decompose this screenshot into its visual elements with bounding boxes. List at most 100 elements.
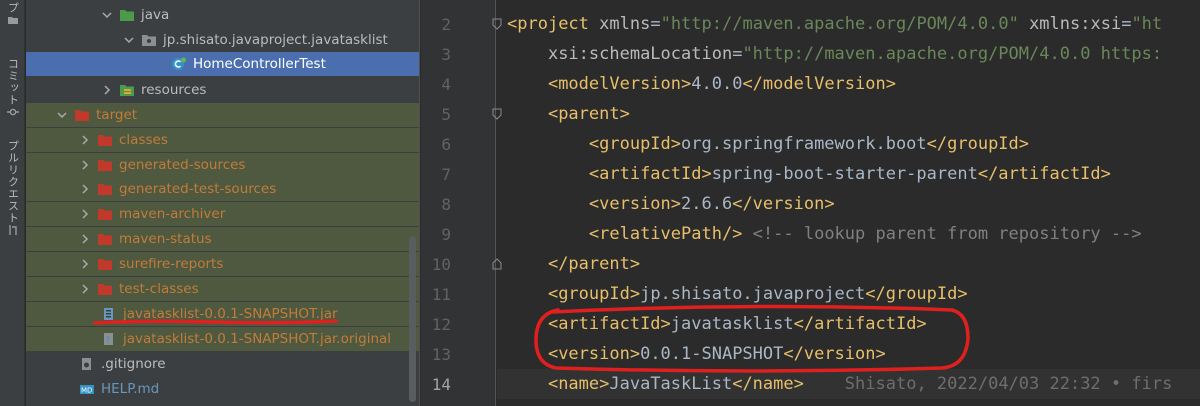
code-line[interactable]: <modelVersion> 4.0.0 </modelVersion> xyxy=(507,69,896,99)
tree-node-package[interactable]: jp.shisato.javaproject.javatasklist xyxy=(26,28,419,52)
chevron-right-icon[interactable] xyxy=(79,208,91,220)
tree-node-jar-original-file[interactable]: ? javatasklist-0.0.1-SNAPSHOT.jar.origin… xyxy=(26,327,419,351)
pull-request-tool-tab[interactable]: プルリクエスト xyxy=(0,140,25,239)
gutter-row[interactable]: 7 xyxy=(421,159,496,189)
excluded-folder-icon xyxy=(97,232,113,246)
code-line[interactable]: </parent> xyxy=(507,249,640,279)
tree-node-label: classes xyxy=(119,132,168,148)
gutter-row[interactable]: 12 xyxy=(421,309,496,339)
commit-tool-tab[interactable]: コミット xyxy=(0,58,25,121)
tree-node-classes[interactable]: classes xyxy=(26,128,419,152)
gutter-row[interactable]: 3 xyxy=(421,39,496,69)
code-token: = xyxy=(1121,14,1132,34)
excluded-folder-icon xyxy=(97,182,113,196)
code-token: JavaTaskList xyxy=(609,374,733,394)
java-class-icon xyxy=(171,57,187,71)
fold-marker-icon[interactable] xyxy=(492,18,502,30)
gutter-row[interactable]: 11 xyxy=(421,279,496,309)
code-token: <groupId> xyxy=(588,134,682,154)
chevron-right-icon[interactable] xyxy=(79,283,91,295)
chevron-down-icon[interactable] xyxy=(56,109,68,121)
gutter-row[interactable]: 5 xyxy=(421,99,502,129)
fold-marker-icon[interactable] xyxy=(492,258,502,270)
code-token: </modelVersion> xyxy=(742,74,896,94)
chevron-right-icon[interactable] xyxy=(101,84,113,96)
code-token: </name> xyxy=(732,374,804,394)
code-line[interactable]: <groupId> org.springframework.boot </group… xyxy=(507,129,1029,159)
tree-node-gitignore[interactable]: .gitignore xyxy=(26,352,419,376)
tree-node-generated-test-sources[interactable]: generated-test-sources xyxy=(26,177,419,201)
tree-node-homecontrollertest[interactable]: HomeControllerTest xyxy=(26,52,419,76)
chevron-right-icon[interactable] xyxy=(79,134,91,146)
chevron-right-icon[interactable] xyxy=(79,159,91,171)
code-line[interactable]: <version> 2.6.6 </version> xyxy=(507,189,835,219)
line-number: 11 xyxy=(431,284,451,304)
code-token: jp.shisato.javaproject xyxy=(640,284,866,304)
code-line[interactable]: < project xmlns = "http://maven.apache.org/… xyxy=(507,9,1162,39)
gutter-row[interactable]: 2 xyxy=(421,9,502,39)
gutter-row[interactable]: 10 xyxy=(421,249,502,279)
tree-node-label: generated-test-sources xyxy=(119,181,277,197)
gutter-row[interactable]: 13 xyxy=(421,339,496,369)
line-number: 13 xyxy=(431,344,451,364)
chevron-down-icon[interactable] xyxy=(123,34,135,46)
tree-node-label: maven-status xyxy=(119,231,212,247)
excluded-folder-icon xyxy=(74,108,90,122)
gutter-row[interactable]: 4 xyxy=(421,69,496,99)
code-line[interactable]: <artifactId> spring-boot-starter-parent </… xyxy=(507,159,1111,189)
code-line[interactable]: <relativePath/> <!-- lookup parent from … xyxy=(507,219,1142,249)
tree-node-resources[interactable]: resources xyxy=(26,78,419,102)
code-line[interactable]: <parent> xyxy=(507,99,630,129)
gitignore-file-icon xyxy=(79,357,95,371)
editor-gutter[interactable]: 2 3 4 5 6 7 8 9 10 11 12 13 14 xyxy=(421,0,527,406)
line-number: 2 xyxy=(441,14,451,34)
tree-node-help-md[interactable]: MD HELP.md xyxy=(26,377,419,401)
code-token: spring-boot-starter-parent xyxy=(711,164,978,184)
code-token: 4.0.0 xyxy=(691,74,743,94)
code-token: </groupId> xyxy=(926,134,1030,154)
chevron-right-icon[interactable] xyxy=(79,258,91,270)
gutter-row[interactable]: 8 xyxy=(421,189,496,219)
line-number: 10 xyxy=(431,254,451,274)
chevron-right-icon[interactable] xyxy=(79,183,91,195)
code-token: <modelVersion> xyxy=(547,74,692,94)
gutter-row[interactable]: 9 xyxy=(421,219,496,249)
line-number: 6 xyxy=(441,134,451,154)
tree-node-maven-archiver[interactable]: maven-archiver xyxy=(26,202,419,226)
code-token: <groupId> xyxy=(547,284,641,304)
project-tool-tab[interactable]: プ xyxy=(0,2,25,29)
gutter-row[interactable]: 6 xyxy=(421,129,496,159)
project-tree: java jp.shisato.javaproject.javatasklist… xyxy=(26,0,419,406)
tree-node-surefire-reports[interactable]: surefire-reports xyxy=(26,252,419,276)
fold-marker-icon[interactable] xyxy=(492,108,502,120)
source-folder-icon xyxy=(119,8,135,22)
pull-request-tab-label: プルリクエスト xyxy=(6,140,20,224)
code-token: <version> xyxy=(588,194,682,214)
gutter-row[interactable]: 14 xyxy=(421,369,527,399)
tree-node-java[interactable]: java xyxy=(26,3,419,27)
code-token: xsi:schemaLocation xyxy=(547,44,733,64)
tree-scrollbar[interactable] xyxy=(409,236,416,402)
code-token: "ht xyxy=(1131,14,1163,34)
chevron-right-icon[interactable] xyxy=(79,233,91,245)
tree-node-test-classes[interactable]: test-classes xyxy=(26,277,419,301)
code-token: <artifactId> xyxy=(588,164,712,184)
code-token: "http://maven.apache.org/POM/4.0.0" xyxy=(660,14,1019,34)
code-token: </parent> xyxy=(547,254,641,274)
code-token: <name> xyxy=(547,374,610,394)
tree-node-target[interactable]: target xyxy=(26,103,419,127)
tree-node-maven-status[interactable]: maven-status xyxy=(26,227,419,251)
tree-node-generated-sources[interactable]: generated-sources xyxy=(26,153,419,177)
chevron-down-icon[interactable] xyxy=(101,9,113,21)
code-line[interactable]: xsi:schemaLocation = "http://maven.apache.… xyxy=(507,39,1162,69)
line-number: 8 xyxy=(441,194,451,214)
tree-node-label: jp.shisato.javaproject.javatasklist xyxy=(163,32,388,48)
tree-node-label: HomeControllerTest xyxy=(193,56,326,72)
line-number: 5 xyxy=(441,104,451,124)
